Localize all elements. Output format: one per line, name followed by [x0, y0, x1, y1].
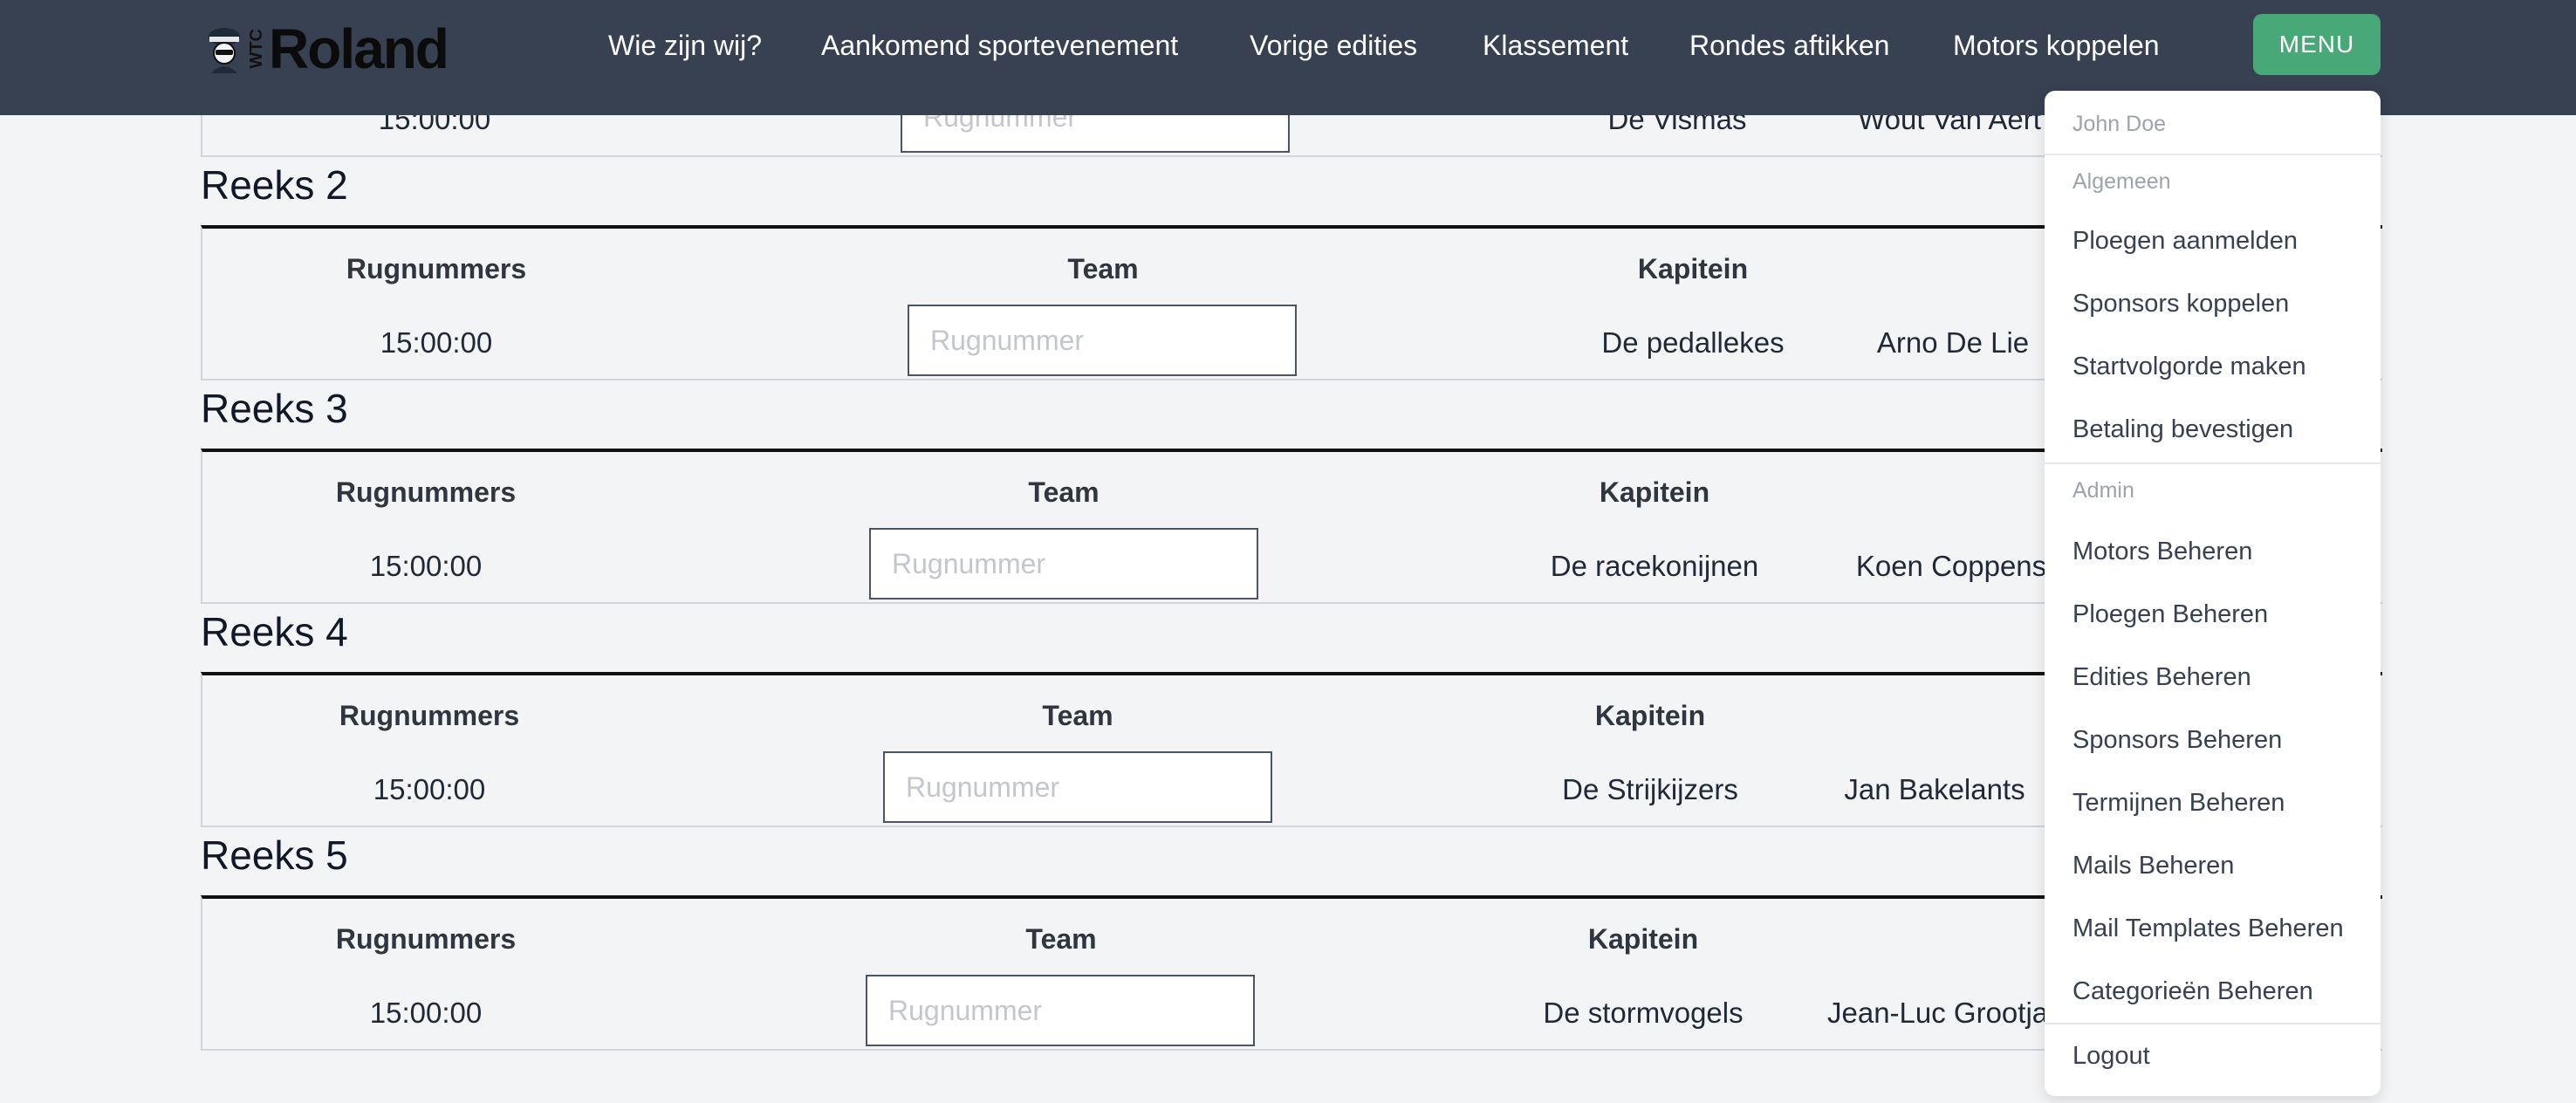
column-header-rugnummers: Rugnummers — [335, 476, 517, 508]
dropdown-divider — [2045, 462, 2381, 464]
start-time: 15:00:00 — [369, 550, 483, 582]
captain-name: Jean-Luc Grootjans — [1827, 997, 2079, 1029]
column-header-team: Team — [1025, 923, 1097, 955]
rider-helmet-icon — [209, 28, 240, 73]
nav-link-motors-koppelen[interactable]: Motors koppelen — [1953, 26, 2160, 65]
nav-link-rondes-aftikken[interactable]: Rondes aftikken — [1689, 26, 1889, 65]
team-name: De stormvogels — [1543, 997, 1744, 1029]
logo-text: Roland — [269, 17, 449, 80]
rugnummer-input[interactable] — [866, 975, 1255, 1046]
column-header-team: Team — [1067, 253, 1139, 284]
dropdown-divider — [2045, 1023, 2381, 1024]
team-name: De Strijkijzers — [1562, 773, 1738, 805]
nav-link-vorige-edities[interactable]: Vorige edities — [1250, 26, 1417, 65]
column-header-rugnummers: Rugnummers — [346, 253, 527, 284]
menu-item-betaling-bevestigen[interactable]: Betaling bevestigen — [2072, 415, 2293, 444]
user-dropdown-menu: John Doe Algemeen Ploegen aanmelden Spon… — [2045, 91, 2381, 1096]
dropdown-header-algemeen: Algemeen — [2072, 169, 2171, 194]
menu-item-logout[interactable]: Logout — [2072, 1042, 2150, 1071]
menu-item-motors-beheren[interactable]: Motors Beheren — [2072, 538, 2252, 566]
dropdown-divider — [2045, 154, 2381, 155]
menu-item-ploegen-aanmelden[interactable]: Ploegen aanmelden — [2072, 227, 2298, 256]
start-time: 15:00:00 — [380, 326, 493, 359]
menu-item-categorieen-beheren[interactable]: Categorieën Beheren — [2072, 977, 2313, 1006]
reeks-title: Reeks 4 — [201, 609, 348, 654]
column-header-kapitein: Kapitein — [1637, 253, 1749, 284]
site-logo[interactable]: WTC Roland — [204, 17, 449, 80]
dropdown-user-name: John Doe — [2072, 112, 2167, 136]
menu-item-ploegen-beheren[interactable]: Ploegen Beheren — [2072, 600, 2268, 629]
logo-small-text: WTC — [247, 29, 266, 69]
nav-link-wie-zijn-wij[interactable]: Wie zijn wij? — [608, 26, 762, 65]
menu-item-edities-beheren[interactable]: Edities Beheren — [2072, 663, 2251, 692]
captain-name: Koen Coppens — [1855, 550, 2047, 582]
column-header-team: Team — [1028, 476, 1100, 508]
column-header-team: Team — [1042, 700, 1113, 731]
reeks-title: Reeks 3 — [201, 386, 348, 431]
column-header-kapitein: Kapitein — [1587, 923, 1699, 955]
column-header-rugnummers: Rugnummers — [335, 923, 517, 955]
menu-button[interactable]: MENU — [2253, 14, 2381, 75]
column-header-rugnummers: Rugnummers — [339, 700, 520, 731]
menu-item-startvolgorde-maken[interactable]: Startvolgorde maken — [2072, 353, 2306, 381]
menu-item-mail-templates-beheren[interactable]: Mail Templates Beheren — [2072, 915, 2344, 943]
dropdown-header-admin: Admin — [2072, 478, 2134, 503]
menu-item-termijnen-beheren[interactable]: Termijnen Beheren — [2072, 789, 2285, 818]
start-time: 15:00:00 — [373, 773, 486, 805]
reeks-title: Reeks 2 — [201, 162, 348, 208]
menu-item-mails-beheren[interactable]: Mails Beheren — [2072, 852, 2234, 880]
menu-item-sponsors-beheren[interactable]: Sponsors Beheren — [2072, 726, 2282, 755]
team-name: De pedallekes — [1601, 326, 1785, 359]
start-time: 15:00:00 — [369, 997, 483, 1029]
captain-name: Arno De Lie — [1876, 326, 2030, 359]
rugnummer-input[interactable] — [883, 751, 1272, 823]
captain-name: Jan Bakelants — [1844, 773, 2025, 805]
nav-link-aankomend-sportevenement[interactable]: Aankomend sportevenement — [821, 26, 1178, 65]
team-name: De racekonijnen — [1550, 550, 1759, 582]
rugnummer-input[interactable] — [908, 305, 1297, 376]
column-header-kapitein: Kapitein — [1599, 476, 1710, 508]
column-header-kapitein: Kapitein — [1594, 700, 1706, 731]
reeks-title: Reeks 5 — [201, 832, 348, 878]
rugnummer-input[interactable] — [869, 528, 1258, 599]
nav-link-klassement[interactable]: Klassement — [1483, 26, 1628, 65]
menu-item-sponsors-koppelen[interactable]: Sponsors koppelen — [2072, 290, 2289, 319]
